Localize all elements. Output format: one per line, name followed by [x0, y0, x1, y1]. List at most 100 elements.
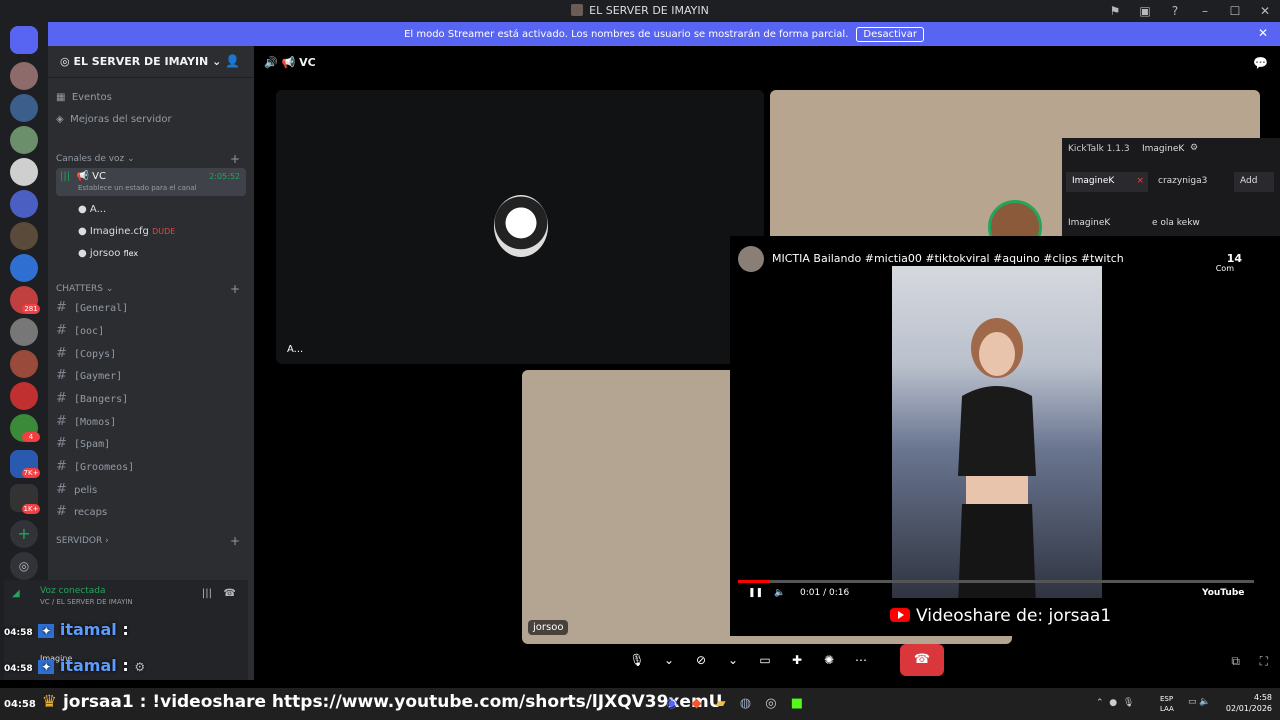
server-icon-7[interactable] — [10, 254, 38, 282]
folder-app-icon[interactable]: ▰ — [716, 696, 726, 711]
popout-icon[interactable]: ⧉ — [1231, 654, 1240, 669]
activities-icon[interactable]: ✚ — [784, 647, 810, 673]
channel-name: recaps — [74, 507, 108, 518]
pin-icon[interactable]: ⚑ — [1100, 4, 1130, 18]
vc-header: 🔊 📢 VC — [264, 56, 316, 69]
text-channel[interactable]: # [Bangers] — [56, 391, 246, 406]
title-bar-icons: ⚑ ▣ ? – ☐ ✕ — [1100, 0, 1280, 22]
disconnect-icon[interactable]: ☎ — [224, 588, 236, 599]
videoshare-caption: Videoshare de: jorsaa1 — [890, 606, 1111, 626]
server-icon-3[interactable] — [10, 126, 38, 154]
fullscreen-icon[interactable]: ⛶ — [1260, 654, 1268, 669]
badge-icon: ✦ — [38, 624, 55, 638]
servidor-category[interactable]: SERVIDOR › + — [56, 534, 246, 548]
server-icon-1[interactable] — [10, 62, 38, 90]
more-options-icon[interactable]: ⋯ — [848, 647, 874, 673]
server-icon — [571, 4, 584, 16]
text-channel[interactable]: # [Gaymer] — [56, 368, 246, 383]
invite-user-icon[interactable]: 👤 — [225, 54, 240, 68]
pause-icon[interactable]: ❚❚ — [748, 588, 763, 598]
text-channel[interactable]: # [Momos] — [56, 414, 246, 429]
chat-toggle-icon[interactable]: 💬 — [1253, 56, 1268, 70]
settings-icon[interactable]: ⚙ — [134, 660, 145, 674]
language-indicator[interactable]: ESP LAA — [1160, 694, 1174, 714]
vc-header-title: VC — [299, 56, 316, 69]
server-header[interactable]: ◎ EL SERVER DE IMAYIN ⌄ 👤 — [48, 46, 254, 78]
text-channel[interactable]: # [General] — [56, 300, 246, 315]
obs-app-icon[interactable]: ◎ — [765, 696, 776, 711]
brave-app-icon[interactable]: ◆ — [691, 696, 701, 711]
server-icon-9[interactable] — [10, 318, 38, 346]
voice-status[interactable]: Establece un estado para el canal — [78, 184, 197, 192]
video-title[interactable]: MICTIA Bailando #mictia00 #tiktokviral #… — [772, 252, 1124, 265]
boosts-label: Mejoras del servidor — [70, 114, 172, 125]
disable-streamer-button[interactable]: Desactivar — [856, 27, 924, 42]
microphone-icon[interactable]: 🎙 — [624, 647, 650, 673]
camera-off-icon[interactable]: ⊘ — [688, 647, 714, 673]
volume-icon[interactable]: 🔈 — [774, 588, 785, 598]
add-tab-button[interactable]: Add — [1234, 172, 1274, 192]
chevron-down-icon[interactable]: ⌄ — [720, 647, 746, 673]
participant-tile[interactable]: A... — [276, 90, 764, 364]
clock[interactable]: 4:58 02/01/2026 — [1226, 692, 1272, 714]
window-title: EL SERVER DE IMAYIN — [589, 4, 709, 17]
network-volume-icons[interactable]: ▭ 🔈 — [1188, 697, 1211, 707]
kicktalk-tab[interactable]: ImagineK × — [1066, 172, 1148, 192]
add-channel-icon[interactable]: + — [230, 534, 240, 548]
kick-app-icon[interactable]: ■ — [791, 696, 803, 711]
server-icon-10[interactable] — [10, 350, 38, 378]
soundboard-icon[interactable]: ✺ — [816, 647, 842, 673]
avatar — [494, 195, 548, 257]
share-label[interactable]: Com — [1216, 264, 1234, 273]
voice-channel-vc[interactable]: ||| 📢 VC 2:05:52 Establece un estado par… — [56, 168, 246, 196]
discord-app-icon[interactable]: ◉ — [666, 696, 677, 711]
tray-icons[interactable]: ⌃ ● 🎙 — [1096, 698, 1134, 708]
voice-active-icon: ||| — [60, 171, 71, 182]
text-channel[interactable]: # [Copys] — [56, 346, 246, 361]
server-icon-2[interactable] — [10, 94, 38, 122]
text-channel[interactable]: # pelis — [56, 482, 246, 497]
voice-status-label: Voz conectada — [40, 586, 106, 596]
events-item[interactable]: ▦ Eventos — [56, 92, 246, 103]
voice-user[interactable]: ● jorsoo flex — [78, 248, 268, 259]
add-server-icon[interactable]: + — [10, 520, 38, 548]
server-icon-4[interactable] — [10, 158, 38, 186]
help-icon[interactable]: ? — [1160, 4, 1190, 18]
minimize-button[interactable]: – — [1190, 4, 1220, 18]
end-call-button[interactable]: ☎ — [900, 644, 944, 676]
boosts-item[interactable]: ◈ Mejoras del servidor — [56, 114, 246, 125]
server-icon-6[interactable] — [10, 222, 38, 250]
chevron-down-icon[interactable]: ⌄ — [656, 647, 682, 673]
noise-suppression-icon[interactable]: ||| — [202, 588, 212, 599]
chatters-category[interactable]: CHATTERS ⌄ + — [56, 282, 246, 296]
text-channel[interactable]: # [ooc] — [56, 323, 246, 338]
banner-message: El modo Streamer está activado. Los nomb… — [404, 29, 849, 40]
close-icon[interactable]: × — [1136, 176, 1144, 186]
close-window-button[interactable]: ✕ — [1250, 4, 1280, 18]
youtube-logo[interactable]: YouTube — [1202, 588, 1244, 598]
screen-share-icon[interactable]: ▭ — [752, 647, 778, 673]
kicktalk-tab[interactable]: crazyniga3 — [1158, 176, 1207, 186]
voice-category[interactable]: Canales de voz ⌄ + — [56, 152, 246, 166]
text-channel[interactable]: # recaps — [56, 504, 246, 519]
text-channel[interactable]: # [Spam] — [56, 436, 246, 451]
video-progress-bar[interactable] — [738, 580, 1254, 583]
voice-location[interactable]: VC / EL SERVER DE IMAYIN — [40, 598, 133, 606]
inbox-icon[interactable]: ▣ — [1130, 4, 1160, 18]
server-icon-11[interactable] — [10, 382, 38, 410]
voice-user[interactable]: ● Imagine.cfg DUDE — [78, 226, 268, 237]
discover-icon[interactable]: ◎ — [10, 552, 38, 580]
add-channel-icon[interactable]: + — [230, 282, 240, 296]
voice-user[interactable]: ● A... — [78, 204, 268, 215]
add-channel-icon[interactable]: + — [230, 152, 240, 166]
kicktalk-account[interactable]: ImagineK — [1142, 144, 1184, 154]
maximize-button[interactable]: ☐ — [1220, 4, 1250, 18]
role-tag: flex — [123, 249, 139, 258]
steam-app-icon[interactable]: ◍ — [740, 696, 751, 711]
gear-icon[interactable]: ⚙ — [1190, 143, 1198, 153]
banner-close-icon[interactable]: ✕ — [1258, 26, 1268, 40]
server-icon-5[interactable] — [10, 190, 38, 218]
discord-home-icon[interactable] — [10, 26, 38, 54]
video-frame[interactable] — [892, 266, 1102, 598]
text-channel[interactable]: # [Groomeos] — [56, 459, 246, 474]
